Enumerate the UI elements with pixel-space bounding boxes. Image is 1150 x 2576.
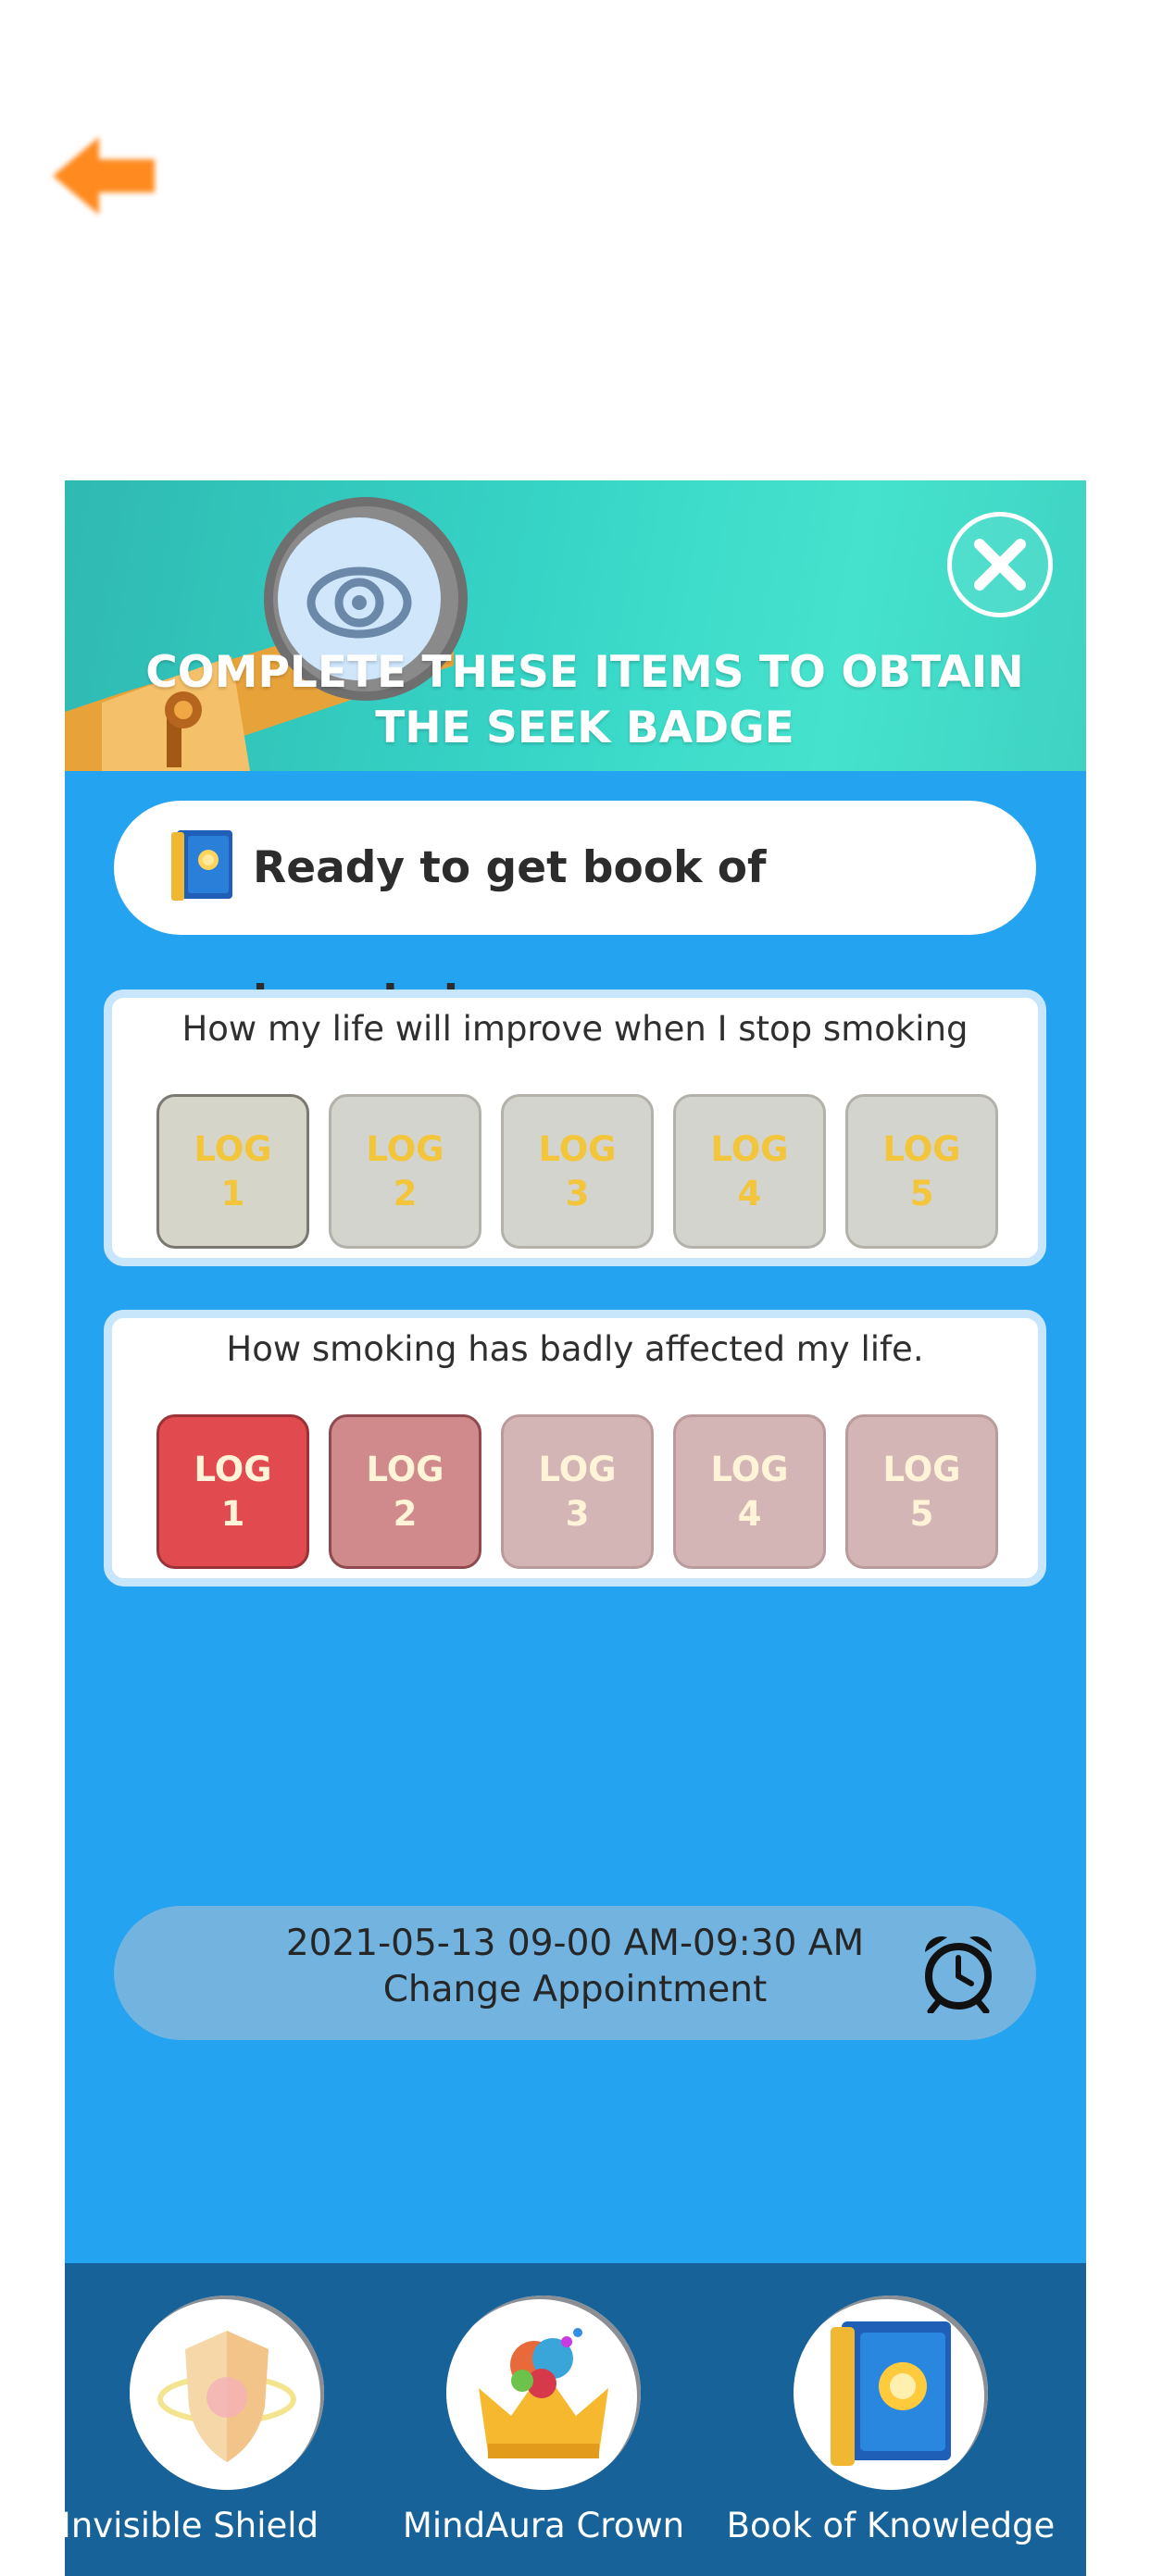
log-number: 1 bbox=[220, 1493, 245, 1534]
badge-modal: COMPLETE THESE ITEMS TO OBTAIN THE SEEK … bbox=[65, 480, 1086, 2576]
badge-circle bbox=[794, 2296, 988, 2490]
badge-bar: Invisible Shield MindAura Crown Book of … bbox=[65, 2263, 1086, 2576]
log-label: LOG bbox=[366, 1128, 444, 1169]
log-label: LOG bbox=[538, 1128, 617, 1169]
task-card: How my life will improve when I stop smo… bbox=[104, 989, 1046, 1266]
change-appointment-button[interactable]: 2021-05-13 09-00 AM-09:30 AM Change Appo… bbox=[114, 1906, 1036, 2040]
modal-panel: Ready to get book of knowledge How my li… bbox=[65, 771, 1086, 2263]
log-number: 3 bbox=[565, 1493, 590, 1534]
badge-circle bbox=[130, 2296, 324, 2490]
banner-title-line2: THE SEEK BADGE bbox=[375, 703, 794, 753]
log-label: LOG bbox=[710, 1128, 789, 1169]
modal-banner: COMPLETE THESE ITEMS TO OBTAIN THE SEEK … bbox=[65, 480, 1086, 771]
back-arrow-icon bbox=[53, 137, 155, 215]
log-label: LOG bbox=[194, 1449, 272, 1489]
banner-title-line1: COMPLETE THESE ITEMS TO OBTAIN bbox=[145, 647, 1024, 698]
badge-circle bbox=[446, 2296, 641, 2490]
shield-icon bbox=[157, 2331, 296, 2462]
log-label: LOG bbox=[882, 1449, 961, 1489]
book-icon bbox=[831, 2321, 951, 2466]
crown-icon bbox=[479, 2328, 608, 2458]
log-number: 5 bbox=[909, 1493, 934, 1534]
back-button[interactable] bbox=[48, 130, 159, 222]
log-button-3[interactable]: LOG 3 bbox=[501, 1094, 654, 1249]
log-button-5[interactable]: LOG 5 bbox=[845, 1414, 998, 1569]
log-number: 2 bbox=[393, 1493, 418, 1534]
banner-title: COMPLETE THESE ITEMS TO OBTAIN THE SEEK … bbox=[120, 645, 1049, 756]
log-button-4[interactable]: LOG 4 bbox=[673, 1094, 826, 1249]
goal-text: Ready to get book of knowledge bbox=[253, 842, 767, 1027]
log-button-1[interactable]: LOG 1 bbox=[156, 1094, 309, 1249]
task-title: How my life will improve when I stop smo… bbox=[181, 1009, 969, 1049]
goal-pill: Ready to get book of knowledge bbox=[114, 801, 1036, 1027]
log-button-4[interactable]: LOG 4 bbox=[673, 1414, 826, 1569]
log-number: 1 bbox=[220, 1173, 245, 1213]
log-label: LOG bbox=[366, 1449, 444, 1489]
book-icon bbox=[171, 830, 232, 901]
task-card: How smoking has badly affected my life. … bbox=[104, 1310, 1046, 1587]
badge-label: Book of Knowledge bbox=[726, 2506, 1056, 2545]
log-button-1[interactable]: LOG 1 bbox=[156, 1414, 309, 1569]
alarm-clock-icon bbox=[925, 1935, 992, 2013]
log-number: 2 bbox=[393, 1173, 418, 1213]
log-number: 4 bbox=[737, 1173, 762, 1213]
log-label: LOG bbox=[882, 1128, 961, 1169]
task-title: How smoking has badly affected my life. bbox=[226, 1329, 924, 1369]
badge-label: Invisible Shield bbox=[65, 2506, 319, 2545]
log-button-2[interactable]: LOG 2 bbox=[329, 1414, 481, 1569]
close-icon bbox=[974, 539, 1026, 591]
log-label: LOG bbox=[538, 1449, 617, 1489]
appointment-datetime: 2021-05-13 09-00 AM-09:30 AM bbox=[285, 1923, 865, 1964]
change-appointment-label: Change Appointment bbox=[382, 1969, 768, 2010]
log-button-3[interactable]: LOG 3 bbox=[501, 1414, 654, 1569]
log-number: 3 bbox=[565, 1173, 590, 1213]
log-label: LOG bbox=[710, 1449, 789, 1489]
badge-label: MindAura Crown bbox=[402, 2506, 685, 2545]
log-button-2[interactable]: LOG 2 bbox=[329, 1094, 481, 1249]
close-button[interactable] bbox=[947, 512, 1053, 617]
log-button-5[interactable]: LOG 5 bbox=[845, 1094, 998, 1249]
log-number: 5 bbox=[909, 1173, 934, 1213]
log-number: 4 bbox=[737, 1493, 762, 1534]
log-label: LOG bbox=[194, 1128, 272, 1169]
